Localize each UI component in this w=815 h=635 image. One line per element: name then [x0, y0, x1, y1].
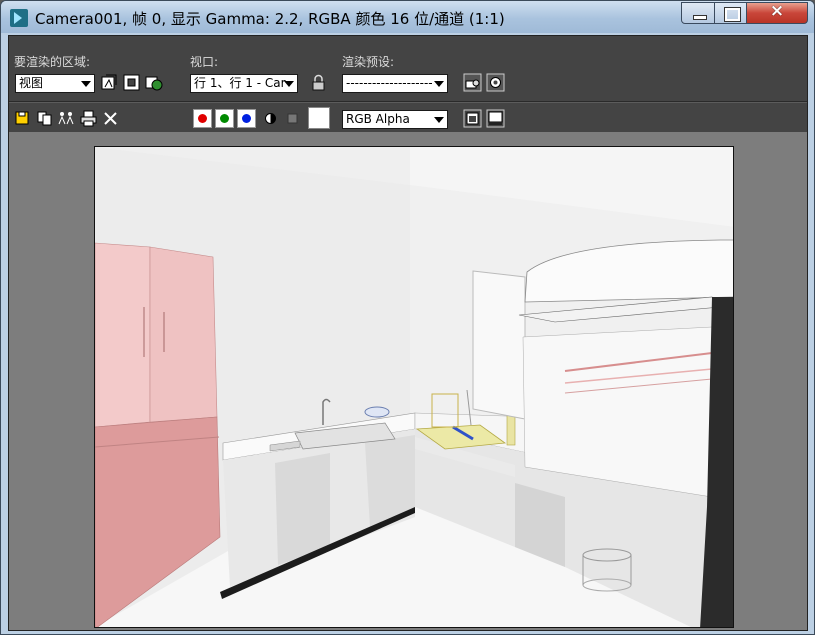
close-icon: ×: [769, 1, 785, 21]
chevron-down-icon: [434, 81, 444, 87]
overlay-icon: [463, 109, 482, 128]
alpha-icon: [265, 113, 276, 124]
print-image-button[interactable]: [79, 109, 98, 128]
print-icon: [80, 110, 97, 127]
viewport-label: 视口:: [190, 55, 219, 69]
rendered-image: [94, 146, 734, 628]
toggle-ui-button[interactable]: [486, 109, 505, 128]
toggle-ui-overlay-button[interactable]: [463, 109, 482, 128]
alpha-channel-toggle[interactable]: [261, 109, 280, 128]
red-dot-icon: [198, 114, 207, 123]
environment-button[interactable]: [486, 73, 505, 92]
viewport-select[interactable]: 行 1、行 1 - Car: [190, 74, 298, 93]
render-setup-button[interactable]: [463, 73, 482, 92]
channel-display-select[interactable]: RGB Alpha: [342, 110, 448, 129]
teapot-render-icon: [486, 73, 505, 92]
reset-region-icon: [145, 76, 163, 91]
toolbar-divider-highlight: [9, 102, 807, 103]
app-icon: [10, 9, 28, 27]
chevron-down-icon: [284, 81, 294, 87]
frame-panel: 要渲染的区域: 视口: 渲染预设: 视图 行 1、行 1 - Car -----…: [8, 35, 808, 631]
monochrome-icon: [287, 113, 298, 124]
render-preset-label: 渲染预设:: [342, 55, 395, 69]
lock-icon: [312, 74, 325, 91]
render-preset-value: --------------------: [346, 76, 433, 90]
title-bar[interactable]: Camera001, 帧 0, 显示 Gamma: 2.2, RGBA 颜色 1…: [1, 1, 814, 33]
edit-region-icon: [101, 74, 117, 90]
chevron-down-icon: [81, 81, 91, 87]
lock-viewport-button[interactable]: [309, 73, 328, 92]
green-dot-icon: [220, 114, 229, 123]
reset-region-button[interactable]: [144, 73, 163, 92]
render-setup-icon: [463, 73, 482, 92]
blue-channel-toggle[interactable]: [237, 109, 256, 128]
render-preset-select[interactable]: --------------------: [342, 74, 448, 93]
area-to-render-select[interactable]: 视图: [15, 74, 95, 93]
save-image-button[interactable]: [13, 109, 32, 128]
area-to-render-value: 视图: [19, 76, 44, 90]
monochrome-toggle[interactable]: [283, 109, 302, 128]
close-button[interactable]: ×: [746, 1, 808, 24]
channel-display-value: RGB Alpha: [346, 112, 410, 126]
green-channel-toggle[interactable]: [215, 109, 234, 128]
copy-icon: [37, 111, 52, 126]
copy-image-button[interactable]: [35, 109, 54, 128]
clear-image-button[interactable]: [101, 109, 120, 128]
display-icon: [486, 109, 505, 128]
minimize-button[interactable]: [681, 2, 715, 24]
render-frame-window: Camera001, 帧 0, 显示 Gamma: 2.2, RGBA 颜色 1…: [0, 0, 815, 635]
edit-region-button[interactable]: [100, 73, 119, 92]
auto-region-icon: [123, 74, 140, 91]
kitchen-render-image: [95, 147, 733, 627]
background-color-swatch[interactable]: [308, 107, 330, 129]
clone-icon: [58, 112, 74, 125]
auto-region-button[interactable]: [122, 73, 141, 92]
window-title: Camera001, 帧 0, 显示 Gamma: 2.2, RGBA 颜色 1…: [35, 10, 505, 28]
viewport-value: 行 1、行 1 - Car: [194, 76, 286, 90]
blue-dot-icon: [242, 114, 251, 123]
maximize-button[interactable]: [714, 2, 747, 24]
close-icon: [104, 112, 117, 125]
area-to-render-label: 要渲染的区域:: [14, 55, 91, 69]
chevron-down-icon: [434, 117, 444, 123]
save-icon: [15, 111, 29, 125]
red-channel-toggle[interactable]: [193, 109, 212, 128]
minimize-icon: [693, 15, 707, 20]
frame-buffer-viewport[interactable]: [9, 132, 807, 630]
clone-frame-button[interactable]: [57, 109, 76, 128]
maximize-icon: [724, 7, 741, 22]
